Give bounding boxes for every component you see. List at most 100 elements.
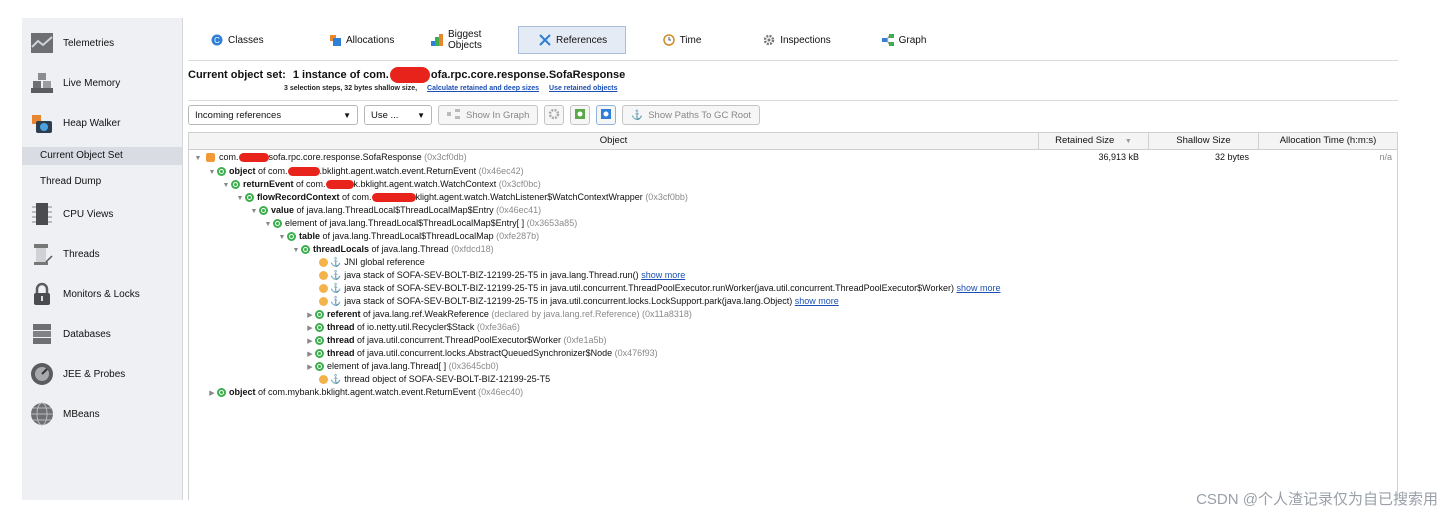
- tab-label: Allocations: [346, 34, 395, 46]
- object-id: (0x3cf0bc): [498, 179, 541, 189]
- sidebar-item-label: JEE & Probes: [63, 368, 126, 380]
- divider: [188, 60, 1398, 61]
- column-header-shallow-size[interactable]: Shallow Size: [1149, 133, 1259, 149]
- tab-label: Graph: [898, 34, 927, 46]
- table-row[interactable]: ▶ object of com.mybank.bklight.agent.watc…: [189, 386, 1397, 399]
- redaction-mark: [325, 180, 354, 190]
- current-object-set-title: Current object set: 1 instance of com. of…: [188, 67, 625, 83]
- sidebar-item-heap-walker[interactable]: Heap Walker: [22, 110, 182, 136]
- table-row[interactable]: ▼ com. sofa.rpc.core.response.SofaRespons…: [189, 151, 1397, 164]
- show-more-link[interactable]: show more: [957, 283, 1001, 293]
- sidebar-subitem-current-object-set[interactable]: Current Object Set: [22, 147, 182, 165]
- references-tree-table: Object Retained Size ▼ Shallow Size Allo…: [188, 132, 1398, 500]
- row-text: java stack of SOFA-SEV-BOLT-BIZ-12199-25…: [344, 283, 957, 293]
- column-header-object[interactable]: Object: [189, 133, 1039, 149]
- calculate-retained-link[interactable]: Calculate retained and deep sizes: [427, 85, 539, 92]
- field-name: thread: [327, 335, 355, 345]
- use-retained-objects-link[interactable]: Use retained objects: [549, 85, 617, 92]
- anchor-icon: ⚓: [330, 296, 342, 306]
- table-row[interactable]: ⚓ java stack of SOFA-SEV-BOLT-BIZ-12199-2…: [189, 282, 1397, 295]
- filter-icon: [574, 108, 586, 123]
- table-row[interactable]: ⚓ java stack of SOFA-SEV-BOLT-BIZ-12199-2…: [189, 295, 1397, 308]
- select-value: Incoming references: [195, 109, 282, 121]
- table-row[interactable]: ▶ element of java.lang.Thread[ ] (0x3645c…: [189, 360, 1397, 373]
- table-row[interactable]: ▼ returnEvent of com. k.bklight.agent.watc…: [189, 178, 1397, 191]
- sidebar-item-label: Databases: [63, 328, 111, 340]
- table-row[interactable]: ▼ flowRecordContext of com. klight.agent.w…: [189, 191, 1397, 204]
- sidebar-item-monitors-locks[interactable]: Monitors & Locks: [22, 281, 182, 307]
- chevron-down-icon: ▼: [417, 110, 425, 120]
- table-row[interactable]: ▶ thread of java.util.concurrent.ThreadPo…: [189, 334, 1397, 347]
- sidebar-item-databases[interactable]: Databases: [22, 321, 182, 347]
- anchor-icon: ⚓: [330, 270, 342, 280]
- filter-button[interactable]: [570, 105, 591, 125]
- table-row[interactable]: ⚓ java stack of SOFA-SEV-BOLT-BIZ-12199-2…: [189, 269, 1397, 282]
- reference-type-select[interactable]: Incoming references ▼: [188, 105, 358, 125]
- sidebar-item-telemetries[interactable]: Telemetries: [22, 30, 182, 56]
- databases-icon: [30, 322, 54, 346]
- show-more-link[interactable]: show more: [795, 296, 839, 306]
- graph-icon: [447, 108, 461, 122]
- sidebar-subitem-thread-dump[interactable]: Thread Dump: [22, 173, 182, 191]
- show-paths-to-gc-root-button[interactable]: ⚓ Show Paths To GC Root: [622, 105, 761, 125]
- settings-button[interactable]: [544, 105, 565, 125]
- table-row[interactable]: ⚓ thread object of SOFA-SEV-BOLT-BIZ-1219…: [189, 373, 1397, 386]
- show-in-graph-button[interactable]: Show In Graph: [438, 105, 539, 125]
- watermark: CSDN @个人渣记录仅为自已搜索用: [1196, 491, 1438, 508]
- table-row[interactable]: ▼ threadLocals of java.lang.Thread (0xfdc…: [189, 243, 1397, 256]
- field-name: thread: [327, 322, 355, 332]
- sidebar-item-label: Monitors & Locks: [63, 288, 140, 300]
- gc-root-icon: [319, 375, 328, 385]
- field-name: object: [229, 166, 256, 176]
- sidebar-item-cpu-views[interactable]: CPU Views: [22, 201, 182, 227]
- sidebar-item-threads[interactable]: Threads: [22, 241, 182, 267]
- object-id: (declared by java.lang.ref.Reference) (0…: [491, 309, 692, 319]
- tab-graph[interactable]: Graph: [856, 26, 952, 54]
- table-row[interactable]: ⚓ JNI global reference: [189, 256, 1397, 269]
- tab-time[interactable]: Time: [626, 26, 738, 54]
- anchor-icon: ⚓: [330, 374, 342, 384]
- table-row[interactable]: ▼ value of java.lang.ThreadLocal$ThreadLo…: [189, 204, 1397, 217]
- object-id: (0xfe1a5b): [563, 335, 607, 345]
- table-row[interactable]: ▶ referent of java.lang.ref.WeakReference…: [189, 308, 1397, 321]
- title-suffix: ofa.rpc.core.response.SofaResponse: [430, 68, 626, 81]
- sidebar-item-mbeans[interactable]: MBeans: [22, 401, 182, 427]
- expand-toggle-icon[interactable]: ▼: [193, 152, 203, 165]
- column-header-allocation-time[interactable]: Allocation Time (h:m:s): [1259, 133, 1397, 149]
- field-name: referent: [327, 309, 361, 319]
- title-prefix: Current object set:: [188, 68, 286, 81]
- tab-label: Biggest Objects: [448, 29, 482, 51]
- expand-toggle-icon[interactable]: ▶: [207, 387, 217, 400]
- table-row[interactable]: ▶ thread of io.netty.util.Recycler$Stack …: [189, 321, 1397, 334]
- row-text: of java.lang.ThreadLocal$ThreadLocalMap$…: [294, 205, 497, 215]
- tab-label: References: [556, 34, 608, 46]
- jee-probes-icon: [30, 362, 54, 386]
- reference-icon: [273, 219, 282, 229]
- table-row[interactable]: ▼ element of java.lang.ThreadLocal$Thread…: [189, 217, 1397, 230]
- table-row[interactable]: ▼ table of java.lang.ThreadLocal$ThreadLo…: [189, 230, 1397, 243]
- tab-inspections[interactable]: Inspections: [738, 26, 856, 54]
- sidebar-item-label: Heap Walker: [63, 117, 121, 129]
- retained-size-value: 36,913 kB: [1098, 152, 1139, 162]
- anchor-icon: ⚓: [330, 283, 342, 293]
- sidebar-item-jee-probes[interactable]: JEE & Probes: [22, 361, 182, 387]
- row-text: of io.netty.util.Recycler$Stack: [354, 322, 477, 332]
- sort-desc-icon: ▼: [1124, 138, 1132, 145]
- tab-classes[interactable]: C Classes: [190, 26, 308, 54]
- tab-allocations[interactable]: Allocations: [308, 26, 410, 54]
- row-text: of java.lang.Thread: [369, 244, 452, 254]
- table-row[interactable]: ▶ thread of java.util.concurrent.locks.Ab…: [189, 347, 1397, 360]
- summary-text: 3 selection steps, 32 bytes shallow size…: [284, 85, 418, 92]
- classes-icon: C: [211, 34, 223, 46]
- show-more-link[interactable]: show more: [641, 270, 685, 280]
- reference-icon: [259, 206, 268, 216]
- use-select[interactable]: Use ... ▼: [364, 105, 432, 125]
- tab-biggest-objects[interactable]: Biggest Objects: [410, 26, 518, 54]
- sidebar: Telemetries Live Memory Heap Walker Curr…: [22, 18, 183, 500]
- tab-label: Time: [679, 34, 702, 46]
- sidebar-item-live-memory[interactable]: Live Memory: [22, 70, 182, 96]
- table-row[interactable]: ▼ object of com. .bklight.agent.watch.even…: [189, 165, 1397, 178]
- inspect-button[interactable]: [596, 105, 617, 125]
- tab-references[interactable]: References: [518, 26, 626, 54]
- column-header-retained-size[interactable]: Retained Size ▼: [1039, 133, 1149, 149]
